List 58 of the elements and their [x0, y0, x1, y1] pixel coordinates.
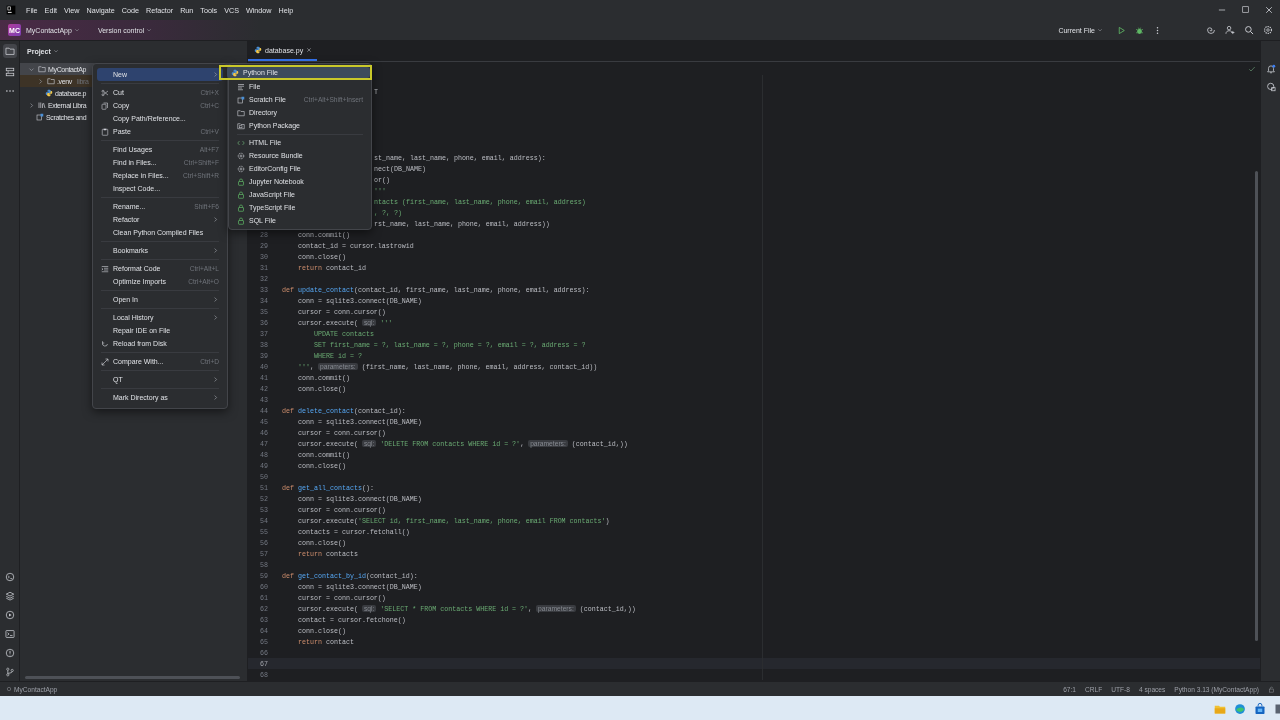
scissors-icon: [101, 88, 109, 97]
check-icon: [1248, 64, 1256, 73]
chevron-right-icon: [212, 394, 219, 401]
lock-icon: [237, 216, 245, 225]
lock-icon[interactable]: [1268, 685, 1275, 693]
run-icon[interactable]: [1117, 25, 1126, 35]
scrollbar[interactable]: [25, 676, 240, 679]
layers-icon[interactable]: [4, 591, 15, 601]
diagonal-arrow-icon: [101, 357, 109, 366]
warning-icon[interactable]: [4, 648, 15, 658]
chevron-down-icon[interactable]: [52, 48, 59, 54]
chevron-right-icon: [212, 71, 219, 78]
bell-icon[interactable]: [1265, 64, 1276, 74]
text-file-icon: [237, 82, 245, 91]
chevron-down-icon: [146, 27, 153, 33]
store-bag-icon[interactable]: [1254, 702, 1266, 715]
spiral-icon[interactable]: [1206, 25, 1216, 35]
console-icon[interactable]: [4, 572, 15, 582]
app-logo-icon: [6, 5, 16, 15]
scrollbar[interactable]: [1255, 171, 1258, 641]
reformat-icon: [101, 264, 109, 273]
copy-icon: [101, 101, 109, 110]
chevron-right-icon[interactable]: [37, 77, 44, 85]
lock-icon: [237, 203, 245, 212]
ring-icon: [6, 686, 12, 692]
lock-icon: [237, 177, 245, 186]
chevron-down-icon: [1097, 27, 1103, 33]
python-icon: [254, 46, 262, 54]
chevron-down-icon: [73, 27, 80, 33]
lock-icon: [237, 190, 245, 199]
branch-icon[interactable]: [4, 667, 15, 677]
close-icon[interactable]: [306, 47, 313, 53]
terminal-icon[interactable]: [4, 629, 15, 639]
chevron-right-icon: [212, 216, 219, 223]
package-folder-icon: [237, 121, 245, 130]
structure-icon[interactable]: [4, 67, 15, 77]
close-icon[interactable]: [1264, 5, 1274, 15]
folder-icon: [237, 108, 245, 117]
chevron-right-icon[interactable]: [28, 101, 35, 109]
chevron-right-icon: [212, 376, 219, 383]
chevron-right-icon: [212, 247, 219, 254]
python-icon: [231, 68, 239, 77]
bug-icon[interactable]: [1135, 25, 1144, 35]
folder-icon[interactable]: [4, 46, 15, 56]
browser-icon[interactable]: [1234, 702, 1246, 715]
clipboard-icon: [101, 127, 109, 136]
scratch-file-icon: [36, 113, 44, 121]
settings-icon[interactable]: [1263, 25, 1273, 35]
scratch-file-icon: [237, 95, 245, 104]
libraries-icon: [38, 101, 46, 109]
add-person-icon[interactable]: [1225, 25, 1235, 35]
maximize-icon[interactable]: [1241, 5, 1250, 14]
search-icon[interactable]: [1244, 25, 1254, 35]
run-circle-icon[interactable]: [4, 610, 15, 620]
chevron-right-icon: [212, 314, 219, 321]
chevron-right-icon: [212, 296, 219, 303]
html-icon: [237, 138, 245, 147]
python-icon: [45, 89, 53, 97]
